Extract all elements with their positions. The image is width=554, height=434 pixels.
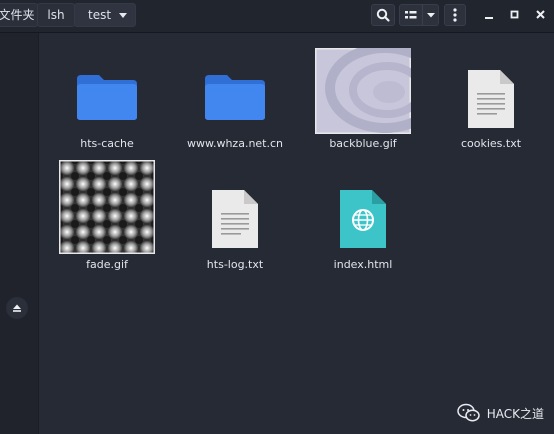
chevron-down-icon — [427, 13, 435, 18]
file-item-hts-cache[interactable]: hts-cache — [47, 65, 167, 155]
minimize-button[interactable] — [480, 6, 498, 24]
text-file-icon — [212, 190, 258, 248]
chevron-down-icon — [119, 13, 127, 18]
sidebar — [0, 33, 39, 434]
minimize-icon — [485, 17, 493, 19]
search-icon — [376, 8, 390, 22]
file-item-fade-gif[interactable]: fade.gif — [47, 160, 167, 272]
breadcrumb-current-label: test — [88, 8, 112, 22]
fade-thumbnail — [59, 160, 155, 254]
list-view-button[interactable] — [400, 5, 422, 25]
text-file-icon — [468, 70, 514, 128]
backblue-thumbnail — [315, 48, 411, 134]
file-item-www-whza-net-cn[interactable]: www.whza.net.cn — [175, 65, 295, 155]
watermark-text: HACK之道 — [486, 406, 544, 421]
view-toggle-group — [399, 4, 439, 26]
file-item-cookies-txt[interactable]: cookies.txt — [431, 65, 551, 155]
file-name: www.whza.net.cn — [186, 137, 284, 150]
search-button[interactable] — [371, 4, 395, 26]
file-name: cookies.txt — [460, 137, 522, 150]
maximize-icon — [510, 10, 519, 19]
wechat-icon — [456, 403, 480, 422]
file-name: hts-cache — [80, 137, 134, 150]
eject-button[interactable] — [6, 297, 28, 319]
view-dropdown-button[interactable] — [422, 5, 439, 25]
breadcrumb-parent[interactable]: 文件夹 — [0, 3, 38, 27]
menu-button[interactable] — [444, 4, 466, 26]
kebab-menu-icon — [453, 8, 457, 22]
file-item-hts-log-txt[interactable]: hts-log.txt — [175, 185, 295, 275]
file-name: index.html — [333, 258, 393, 271]
file-item-index-html[interactable]: index.html — [303, 185, 423, 275]
maximize-button[interactable] — [506, 6, 524, 24]
header-bar: 文件夹 lsh test — [0, 0, 554, 33]
file-item-backblue-gif[interactable]: backblue.gif — [303, 48, 423, 155]
close-button[interactable] — [532, 6, 550, 24]
file-name: backblue.gif — [329, 137, 397, 150]
file-name: hts-log.txt — [206, 258, 264, 271]
close-icon — [536, 10, 545, 19]
html-file-icon — [340, 190, 386, 248]
folder-icon — [205, 75, 265, 120]
file-name: fade.gif — [86, 258, 128, 271]
list-view-icon — [405, 11, 417, 19]
eject-icon — [13, 304, 21, 312]
watermark: HACK之道 — [456, 402, 544, 424]
breadcrumb-lsh[interactable]: lsh — [37, 3, 75, 27]
breadcrumb-current[interactable]: test — [74, 3, 136, 27]
folder-icon — [77, 75, 137, 120]
